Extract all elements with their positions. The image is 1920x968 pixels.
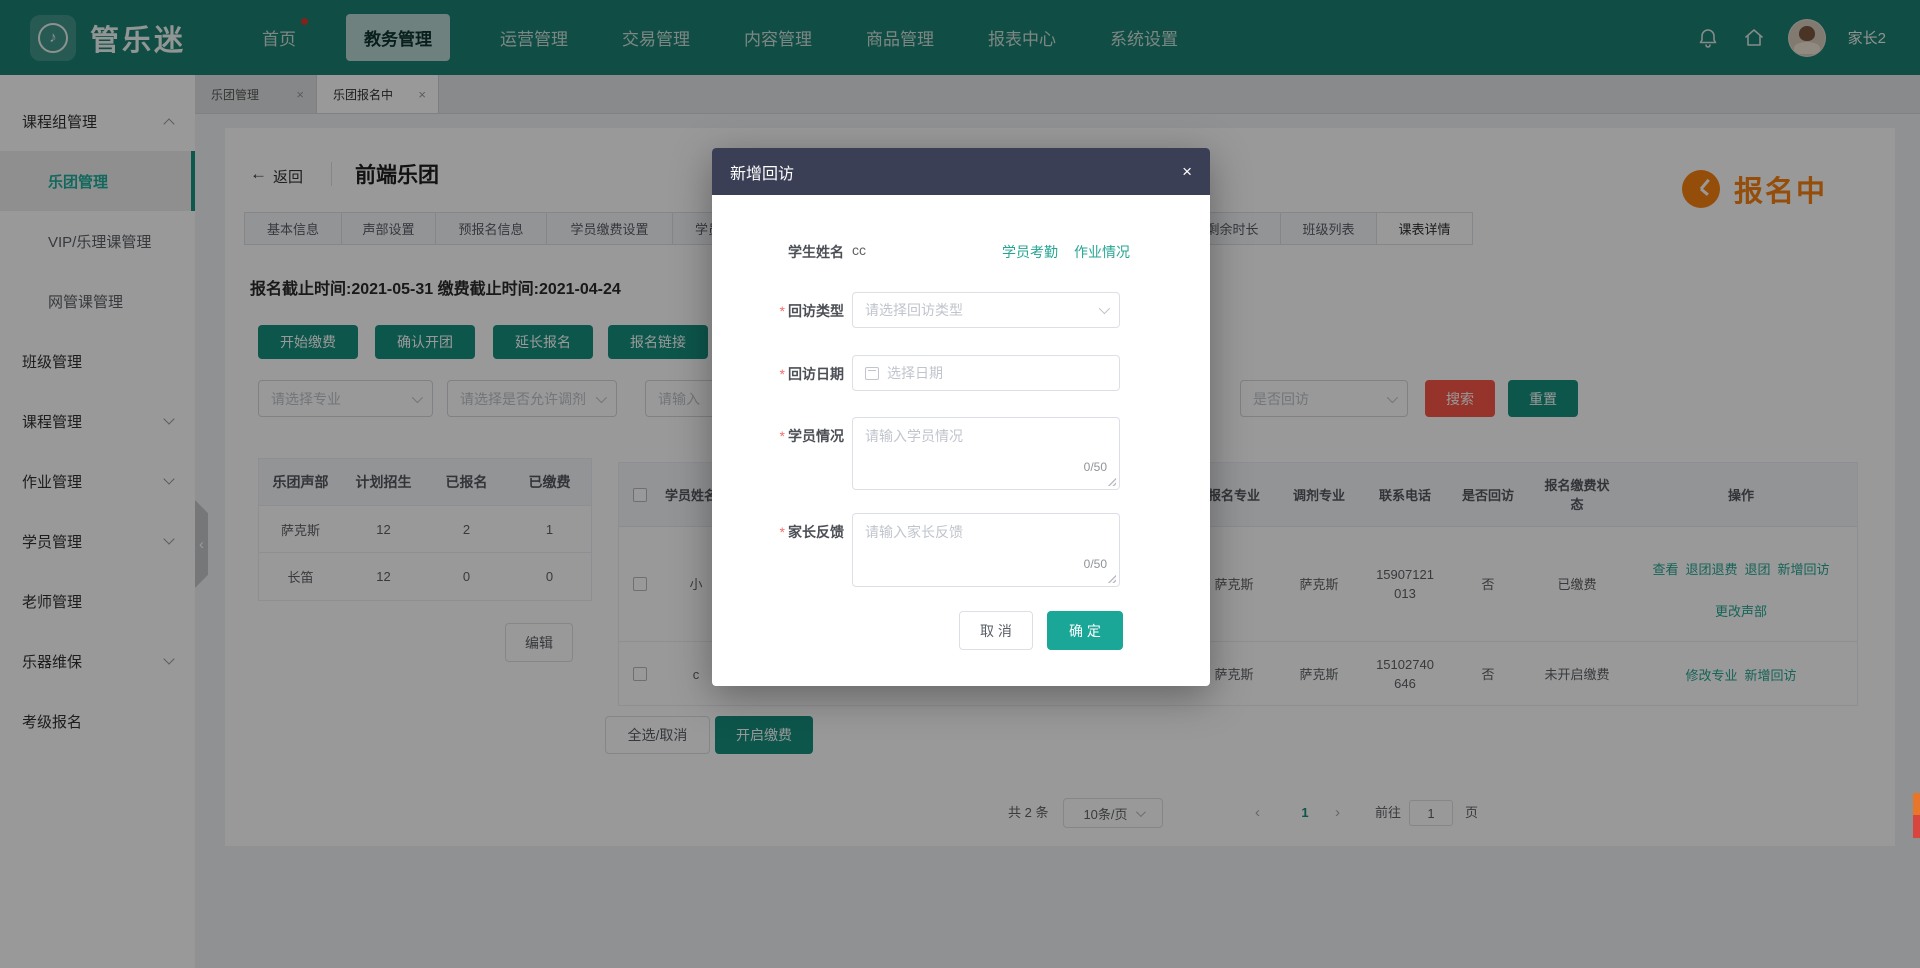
attendance-link[interactable]: 学员考勤: [1002, 242, 1058, 262]
student-name-label: 学生姓名: [748, 242, 844, 262]
calendar-icon: [865, 367, 879, 380]
student-status-label: *学员情况: [748, 426, 844, 446]
student-name-value: cc: [852, 242, 866, 258]
parent-feedback-label: *家长反馈: [748, 522, 844, 542]
app: ♪ 管乐迷 首页 教务管理 运营管理 交易管理 内容管理 商品管理 报表中心 系…: [0, 0, 1920, 968]
required-asterisk: *: [780, 366, 785, 382]
resize-handle-icon[interactable]: [1106, 476, 1116, 486]
visit-type-select[interactable]: 请选择回访类型: [852, 292, 1120, 328]
visit-date-input[interactable]: 选择日期: [852, 355, 1120, 391]
char-counter: 0/50: [1084, 458, 1107, 477]
student-status-label-text: 学员情况: [788, 428, 844, 444]
visit-date-placeholder: 选择日期: [887, 363, 943, 383]
scrollbar-mark-red[interactable]: [1913, 815, 1920, 838]
add-visit-modal: 新增回访 × 学生姓名 cc 学员考勤 作业情况 *回访类型 请选择回访类型 *…: [712, 148, 1210, 686]
char-counter: 0/50: [1084, 555, 1107, 574]
cancel-button[interactable]: 取 消: [959, 611, 1033, 650]
visit-date-label-text: 回访日期: [788, 366, 844, 382]
confirm-button[interactable]: 确 定: [1047, 611, 1123, 650]
close-icon[interactable]: ×: [1182, 163, 1192, 180]
scrollbar-mark-orange[interactable]: [1913, 793, 1920, 815]
required-asterisk: *: [780, 524, 785, 540]
visit-type-label-text: 回访类型: [788, 303, 844, 319]
required-asterisk: *: [780, 303, 785, 319]
resize-handle-icon[interactable]: [1106, 573, 1116, 583]
homework-link[interactable]: 作业情况: [1074, 242, 1130, 262]
student-status-placeholder: 请输入学员情况: [865, 428, 963, 444]
required-asterisk: *: [780, 428, 785, 444]
modal-header: 新增回访 ×: [712, 148, 1210, 195]
chevron-down-icon: [1099, 303, 1110, 314]
visit-date-label: *回访日期: [748, 364, 844, 384]
parent-feedback-textarea[interactable]: 请输入家长反馈 0/50: [852, 513, 1120, 587]
student-status-textarea[interactable]: 请输入学员情况 0/50: [852, 417, 1120, 490]
visit-type-placeholder: 请选择回访类型: [865, 300, 963, 320]
parent-feedback-placeholder: 请输入家长反馈: [865, 524, 963, 540]
visit-type-label: *回访类型: [748, 301, 844, 321]
parent-feedback-label-text: 家长反馈: [788, 524, 844, 540]
modal-title: 新增回访: [730, 160, 794, 184]
